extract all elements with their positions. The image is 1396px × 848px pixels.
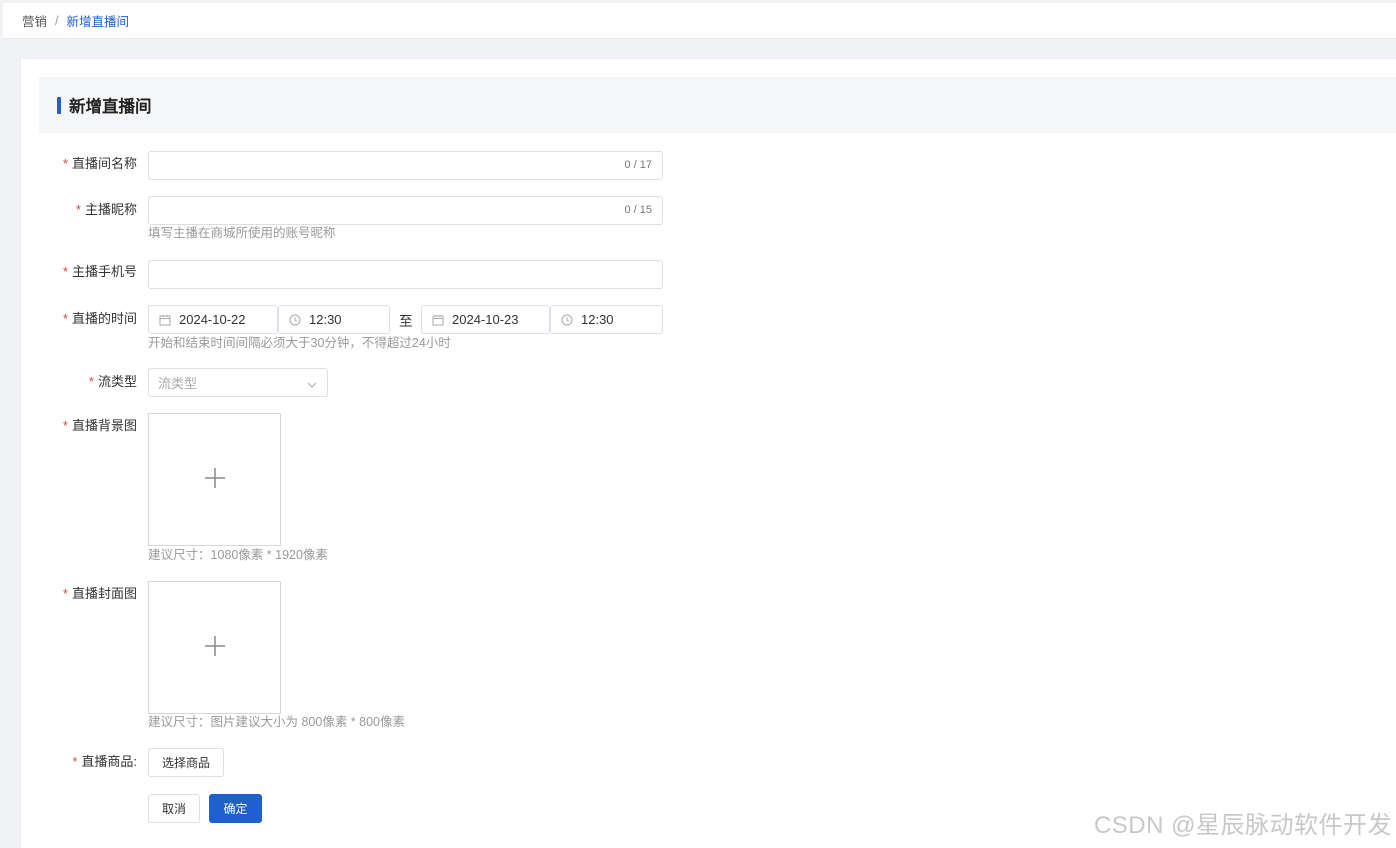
required-mark: * [88,374,94,389]
cover-image-label: * 直播封面图 [62,586,137,601]
breadcrumb-item-marketing[interactable]: 营销 [22,11,47,30]
section-accent-bar [57,96,61,114]
products-label: * 直播商品: [72,754,137,769]
end-date-value: 2024-10-23 [452,312,519,327]
required-mark: * [62,264,68,279]
start-date-value: 2024-10-22 [179,312,246,327]
page: 营销 / 新增直播间 新增直播间 * 直播间名称 0 / 17 * 主播昵称 0 /… [0,0,1396,848]
room-name-counter: 0 / 17 [624,159,652,171]
clock-icon [561,314,573,326]
end-date-picker[interactable]: 2024-10-23 [421,305,550,334]
form-card: 新增直播间 * 直播间名称 0 / 17 * 主播昵称 0 / 15 填写主播在商城… [20,58,1396,848]
background-image-hint: 建议尺寸：1080像素 * 1920像素 [148,548,328,562]
start-date-picker[interactable]: 2024-10-22 [148,305,278,334]
required-mark: * [75,202,81,217]
required-mark: * [62,311,68,326]
breadcrumb-separator: / [55,13,59,28]
anchor-nickname-input[interactable]: 0 / 15 [148,196,663,225]
live-time-label: * 直播的时间 [62,311,137,326]
start-time-picker[interactable]: 12:30 [278,305,390,334]
live-time-hint: 开始和结束时间间隔必须大于30分钟，不得超过24小时 [148,336,451,350]
stream-type-placeholder: 流类型 [158,376,198,391]
anchor-nickname-hint: 填写主播在商城所使用的账号昵称 [148,226,336,240]
stream-type-label: * 流类型 [88,374,137,389]
section-header: 新增直播间 [39,77,1396,133]
cancel-button[interactable]: 取消 [148,794,200,823]
plus-icon [204,635,226,660]
breadcrumb-item-current: 新增直播间 [66,15,130,29]
breadcrumb: 营销 / 新增直播间 [3,3,1396,39]
required-mark: * [62,156,68,171]
required-mark: * [62,418,68,433]
background-image-label: * 直播背景图 [62,418,137,433]
cover-image-uploader[interactable] [148,581,281,714]
end-time-picker[interactable]: 12:30 [550,305,663,334]
required-mark: * [72,754,78,769]
range-separator: 至 [399,314,413,329]
room-name-label: * 直播间名称 [62,156,137,171]
required-mark: * [62,586,68,601]
end-time-value: 12:30 [581,312,614,327]
plus-icon [204,467,226,492]
select-products-button[interactable]: 选择商品 [148,748,224,777]
calendar-icon [432,314,444,326]
anchor-phone-label: * 主播手机号 [62,264,137,279]
section-title: 新增直播间 [69,98,152,116]
start-time-value: 12:30 [309,312,342,327]
stream-type-select[interactable]: 流类型 [148,368,328,397]
background-image-uploader[interactable] [148,413,281,546]
anchor-phone-input[interactable] [148,260,663,289]
anchor-nickname-counter: 0 / 15 [624,204,652,216]
chevron-down-icon [307,378,317,388]
watermark: CSDN @星辰脉动软件开发 [1093,812,1392,839]
clock-icon [289,314,301,326]
confirm-button[interactable]: 确定 [209,794,262,823]
cover-image-hint: 建议尺寸：图片建议大小为 800像素 * 800像素 [148,715,405,729]
calendar-icon [159,314,171,326]
room-name-input[interactable]: 0 / 17 [148,151,663,180]
anchor-nickname-label: * 主播昵称 [75,202,137,217]
